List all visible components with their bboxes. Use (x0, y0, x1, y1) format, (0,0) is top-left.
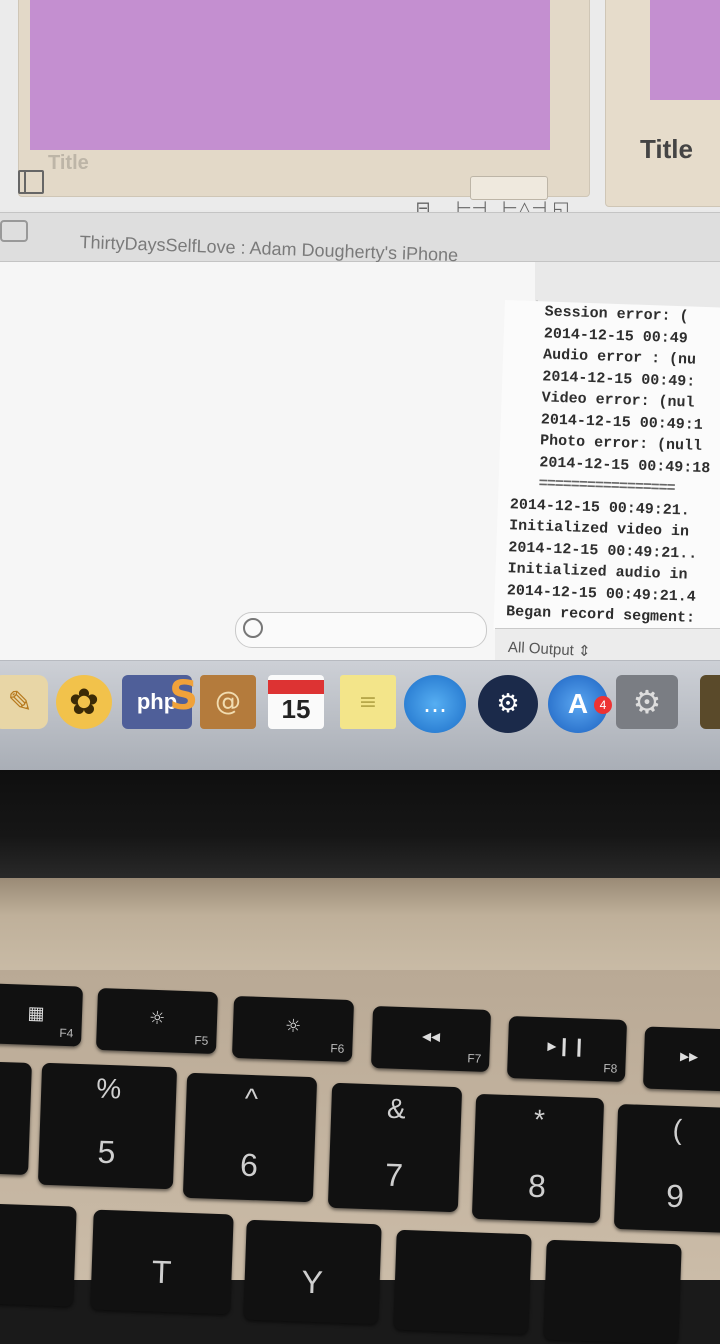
stickies-icon[interactable]: ≡ (340, 675, 396, 729)
key-r[interactable] (0, 1203, 77, 1307)
system-preferences-icon[interactable]: ⚙ (616, 675, 678, 729)
key-i[interactable] (543, 1239, 682, 1344)
key-shift-label: ( (672, 1113, 683, 1146)
key-f8[interactable]: ▸❙❙ F8 (506, 1015, 628, 1083)
scene-title-ghost: Title (48, 152, 89, 174)
key-shift-label: % (95, 1072, 122, 1105)
laptop-bezel (0, 770, 720, 880)
document-outline-icon[interactable] (18, 170, 44, 194)
steam-glyph: ⚙ (496, 689, 520, 719)
key-shift-label: * (533, 1103, 546, 1136)
key-fn-label: F5 (194, 1033, 209, 1048)
app-store-glyph: A (567, 688, 589, 719)
key-8[interactable]: * 8 (471, 1093, 605, 1224)
flower-app-icon[interactable]: ✿ (56, 675, 112, 729)
key-5[interactable]: % 5 (37, 1062, 178, 1190)
calendar-icon[interactable]: 15 (268, 675, 324, 729)
dock-app-icon[interactable] (700, 675, 720, 729)
sysprefs-glyph: ⚙ (632, 683, 662, 721)
variables-filter-field[interactable] (235, 612, 487, 648)
key-glyph: ☼ (148, 1007, 166, 1030)
filter-icon (243, 618, 263, 638)
key-u[interactable] (393, 1229, 532, 1335)
key-fn-label: F8 (603, 1061, 618, 1076)
app-store-badge: 4 (594, 696, 612, 714)
messages-icon[interactable]: … (404, 675, 466, 733)
scene-title: Title (640, 134, 693, 164)
pages-glyph: ✎ (7, 684, 33, 720)
laptop-hinge (0, 878, 720, 973)
key-glyph: ☼ (284, 1015, 302, 1038)
screen: Title Title ⊟ ⊢⊣ ⊢△⊣ ◱ + ThirtyDaysSelfL… (0, 0, 720, 770)
scene-view-2[interactable] (650, 0, 720, 100)
php-icon[interactable]: php S (122, 673, 198, 729)
stickies-glyph: ≡ (358, 689, 378, 715)
key-glyph: ▸▸ (679, 1045, 699, 1068)
key-fn-label: F6 (330, 1041, 345, 1056)
messages-glyph: … (423, 690, 447, 718)
key-7[interactable]: & 7 (327, 1082, 463, 1213)
key-f6[interactable]: ☼ F6 (231, 995, 355, 1063)
calendar-header (268, 679, 324, 694)
variables-view[interactable] (0, 262, 535, 672)
key-shift-label: ^ (244, 1082, 259, 1115)
key-fn-label: F7 (467, 1051, 482, 1066)
php-mark: S (169, 673, 198, 719)
key-glyph: ◂◂ (421, 1025, 441, 1048)
key-9[interactable]: (9 (613, 1103, 720, 1234)
key-fn-label: F4 (59, 1025, 74, 1041)
key-f9[interactable]: ▸▸ (642, 1026, 720, 1092)
scene-view[interactable] (30, 0, 550, 150)
contacts-glyph: @ (215, 687, 241, 717)
storyboard-canvas[interactable]: Title Title ⊟ ⊢⊣ ⊢△⊣ ◱ + (0, 0, 720, 241)
contacts-icon[interactable]: @ (200, 675, 256, 729)
key-6[interactable]: ^ 6 (182, 1072, 318, 1203)
calendar-date: 15 (281, 693, 311, 724)
key-f4[interactable]: ▦ F4 (0, 983, 84, 1047)
key-f7[interactable]: ◂◂ F7 (370, 1005, 492, 1073)
key-f5[interactable]: ☼ F5 (95, 987, 219, 1055)
key-glyph: ▦ (27, 1002, 45, 1025)
scene-button[interactable] (470, 176, 548, 200)
key-label: 7 (384, 1156, 404, 1194)
key-shift-label: & (386, 1092, 407, 1125)
key-label: 6 (239, 1146, 259, 1184)
camera-icon[interactable] (0, 220, 28, 242)
steam-icon[interactable]: ⚙ (478, 675, 538, 733)
key-4[interactable] (0, 1060, 32, 1176)
key-label: T (151, 1253, 173, 1291)
key-t[interactable]: T (90, 1209, 234, 1315)
console-output[interactable]: Session error: ( 2014-12-15 00:49 Audio … (493, 300, 720, 638)
flower-glyph: ✿ (68, 681, 100, 723)
key-y[interactable]: Y (243, 1219, 382, 1325)
key-label: 5 (97, 1133, 117, 1171)
key-label: Y (300, 1263, 324, 1301)
key-glyph: ▸❙❙ (547, 1035, 588, 1058)
pages-icon[interactable]: ✎ (0, 675, 48, 729)
key-label: 9 (665, 1177, 685, 1215)
key-label: 8 (527, 1167, 547, 1205)
